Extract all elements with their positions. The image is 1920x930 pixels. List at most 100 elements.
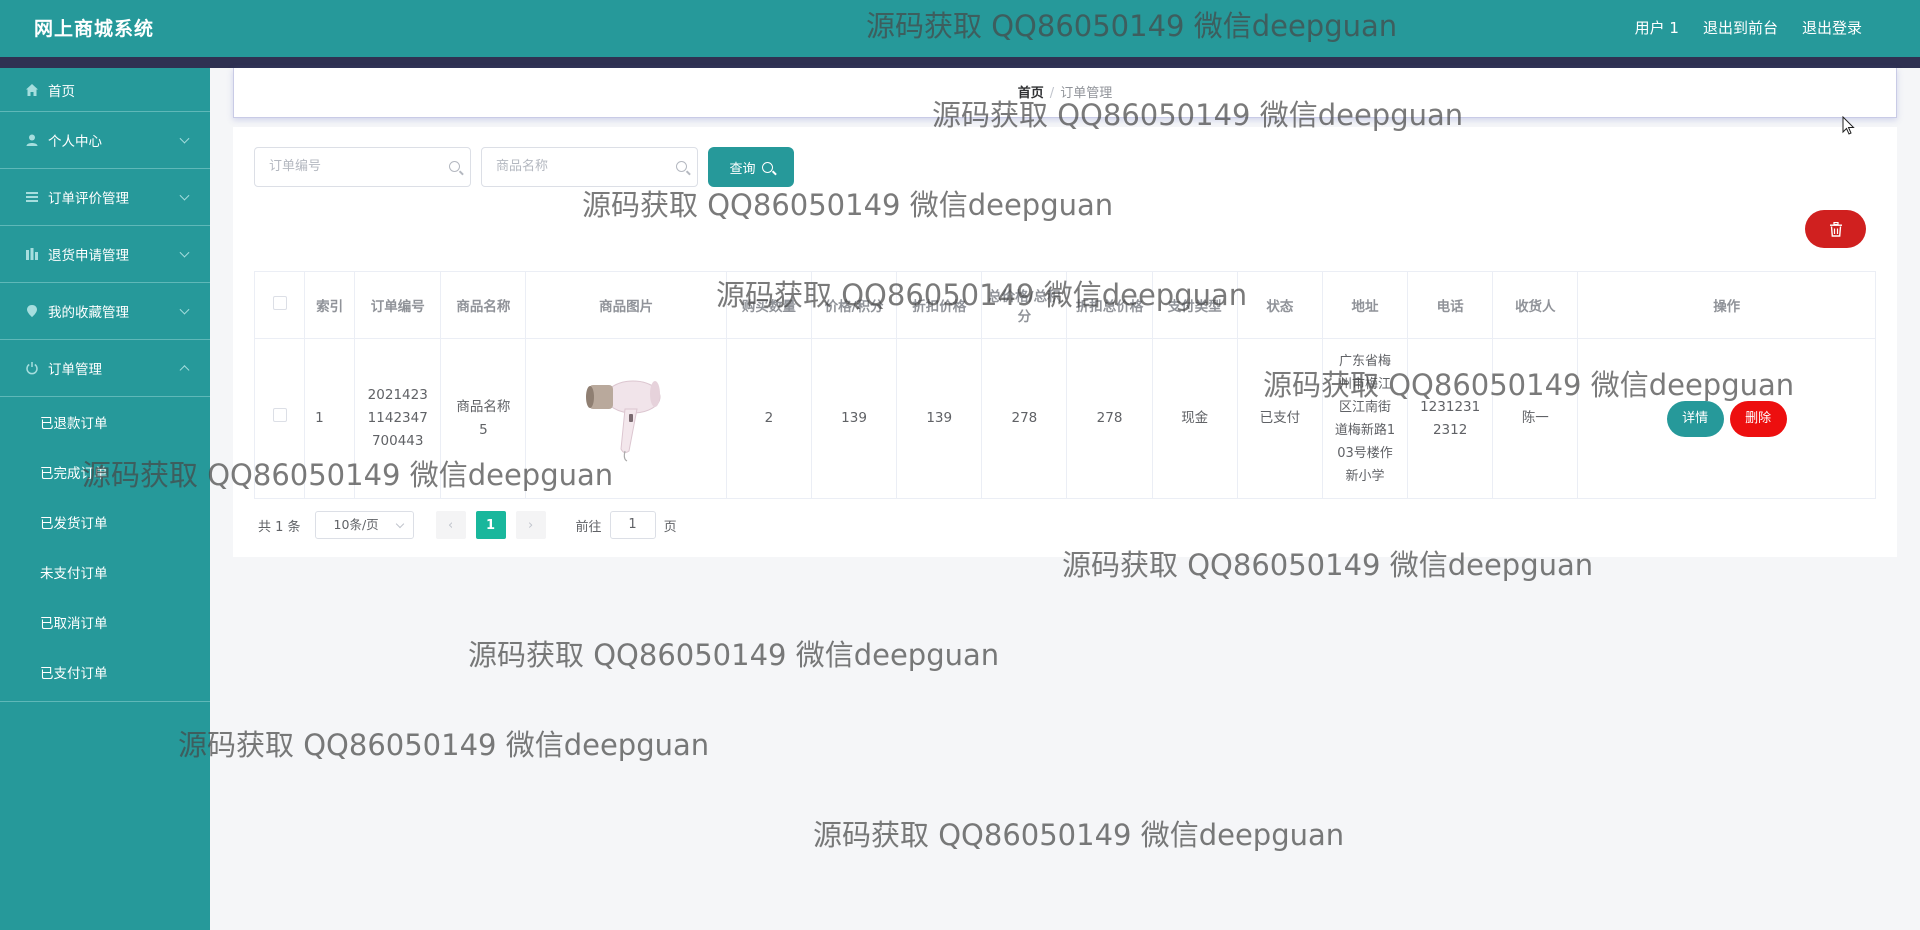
prev-page-button[interactable]: ‹: [435, 511, 466, 539]
bulk-delete-button[interactable]: [1805, 210, 1866, 248]
sidebar-item-label: 订单管理: [48, 362, 102, 378]
power-icon: [24, 360, 40, 376]
detail-button[interactable]: 详情: [1666, 400, 1724, 437]
order-no-search-input[interactable]: 订单编号: [254, 147, 471, 187]
chevron-down-icon: [179, 133, 190, 144]
breadcrumb-current: 订单管理: [1060, 86, 1113, 101]
search-icon: [761, 161, 773, 173]
cell-discount-price: 139: [896, 338, 983, 499]
logout-link[interactable]: 退出登录: [1802, 17, 1862, 38]
top-nav: 用户 1 退出到前台 退出登录: [1635, 17, 1862, 38]
cell-pay-type: 现金: [1151, 338, 1238, 499]
goto-page-input[interactable]: 1: [609, 511, 656, 539]
list-icon: [24, 189, 40, 205]
user-icon: [24, 132, 40, 148]
watermark-text: 源码获取 QQ86050149 微信deepguan: [178, 728, 710, 762]
submenu-cancelled-orders[interactable]: 已取消订单: [0, 597, 210, 647]
sidebar-item-label: 订单评价管理: [48, 191, 129, 207]
search-icon: [676, 161, 687, 172]
query-button[interactable]: 查询: [708, 147, 794, 187]
submenu-completed-orders[interactable]: 已完成订单: [0, 447, 210, 497]
column-header: 收货人: [1492, 271, 1579, 339]
cell-receiver: 陈一: [1492, 338, 1579, 499]
chevron-down-icon: [395, 519, 404, 529]
search-icon: [449, 161, 460, 172]
goto-label: 前往: [575, 519, 602, 535]
sidebar-item-order-management[interactable]: 订单管理: [0, 340, 210, 397]
submenu-refunded-orders[interactable]: 已退款订单: [0, 397, 210, 447]
table-header-row: 索引 订单编号 商品名称 商品图片 购买数量 价格/积分 折扣价格 总价格/总积…: [253, 271, 1876, 339]
orders-table: 索引 订单编号 商品名称 商品图片 购买数量 价格/积分 折扣价格 总价格/总积…: [253, 271, 1876, 499]
submenu-paid-orders[interactable]: 已支付订单: [0, 647, 210, 697]
column-header: 电话: [1407, 271, 1494, 339]
page-size-value: 10条/页: [333, 517, 379, 532]
column-header: 地址: [1321, 271, 1409, 339]
current-user-link[interactable]: 用户 1: [1635, 17, 1679, 38]
cell-address: 广东省梅州市梅江区江南街道梅新路103号楼作新小学: [1321, 338, 1409, 499]
order-no-placeholder: 订单编号: [269, 159, 322, 174]
cell-total: 278: [981, 338, 1068, 499]
chevron-down-icon: [179, 304, 190, 315]
watermark-text: 源码获取 QQ86050149 微信deepguan: [468, 638, 1000, 672]
back-to-frontend-link[interactable]: 退出到前台: [1703, 17, 1778, 38]
cell-discount-total: 278: [1066, 338, 1153, 499]
product-name-search-input[interactable]: 商品名称: [481, 147, 698, 187]
table-row: 1 20214231142347700443 商品名称5 2 139 139 2…: [253, 338, 1876, 499]
cell-quantity: 2: [725, 338, 812, 499]
sidebar-item-label: 我的收藏管理: [48, 305, 129, 321]
column-header: 折扣总价格: [1066, 271, 1153, 339]
cell-phone: 12312312312: [1407, 338, 1494, 499]
cell-price: 139: [810, 338, 898, 499]
submenu-unpaid-orders[interactable]: 未支付订单: [0, 547, 210, 597]
column-header: 总价格/总积分: [981, 271, 1068, 339]
chevron-up-icon: [179, 365, 190, 376]
next-page-button[interactable]: ›: [515, 511, 546, 539]
mouse-cursor-icon: [1842, 116, 1855, 135]
chart-icon: [24, 246, 40, 262]
product-name-placeholder: 商品名称: [496, 159, 549, 174]
sidebar-item-label: 首页: [48, 83, 75, 100]
sidebar-item-home[interactable]: 首页: [0, 68, 210, 112]
query-button-label: 查询: [729, 161, 756, 177]
breadcrumb-home[interactable]: 首页: [1018, 86, 1044, 101]
chevron-right-icon: ›: [527, 517, 534, 533]
top-header: 网上商城系统 用户 1 退出到前台 退出登录: [0, 0, 1920, 57]
cell-actions: 详情 删除: [1577, 338, 1876, 499]
cell-product-image: [525, 338, 727, 499]
sidebar: 首页 个人中心 订单评价管理 退货申请管理 我的收藏管理 订单管理 已退款订单 …: [0, 68, 210, 930]
page-suffix: 页: [663, 519, 677, 535]
header-divider-bar: [0, 57, 1920, 68]
breadcrumb-separator: /: [1049, 86, 1055, 101]
row-select-cell: [253, 338, 306, 499]
column-header: 商品图片: [525, 271, 727, 339]
page-size-select[interactable]: 10条/页: [314, 511, 414, 539]
column-header: 价格/积分: [810, 271, 898, 339]
row-checkbox[interactable]: [272, 408, 287, 422]
pin-icon: [24, 303, 40, 319]
sidebar-item-label: 个人中心: [48, 134, 102, 150]
sidebar-item-return-request[interactable]: 退货申请管理: [0, 226, 210, 283]
breadcrumb: 首页 / 订单管理: [234, 82, 1896, 101]
sidebar-item-favorites[interactable]: 我的收藏管理: [0, 283, 210, 340]
delete-button[interactable]: 删除: [1729, 400, 1787, 437]
column-header: 商品名称: [440, 271, 527, 339]
chevron-down-icon: [179, 247, 190, 258]
sidebar-item-order-review[interactable]: 订单评价管理: [0, 169, 210, 226]
column-header: 购买数量: [725, 271, 812, 339]
column-header: 折扣价格: [896, 271, 983, 339]
column-header: 支付类型: [1151, 271, 1238, 339]
watermark-text: 源码获取 QQ86050149 微信deepguan: [813, 818, 1345, 852]
submenu-shipped-orders[interactable]: 已发货订单: [0, 497, 210, 547]
app-title: 网上商城系统: [34, 18, 155, 40]
home-icon: [24, 82, 40, 98]
chevron-left-icon: ‹: [447, 517, 454, 533]
sidebar-item-personal-center[interactable]: 个人中心: [0, 112, 210, 169]
product-image: [586, 380, 661, 462]
breadcrumb-card: 首页 / 订单管理: [233, 68, 1897, 118]
column-header: 索引: [304, 271, 356, 339]
column-header: 订单编号: [354, 271, 442, 339]
page-number-button[interactable]: 1: [475, 511, 506, 539]
cell-product-name: 商品名称5: [440, 338, 527, 499]
select-all-checkbox[interactable]: [272, 296, 287, 310]
column-header: 操作: [1577, 271, 1876, 339]
